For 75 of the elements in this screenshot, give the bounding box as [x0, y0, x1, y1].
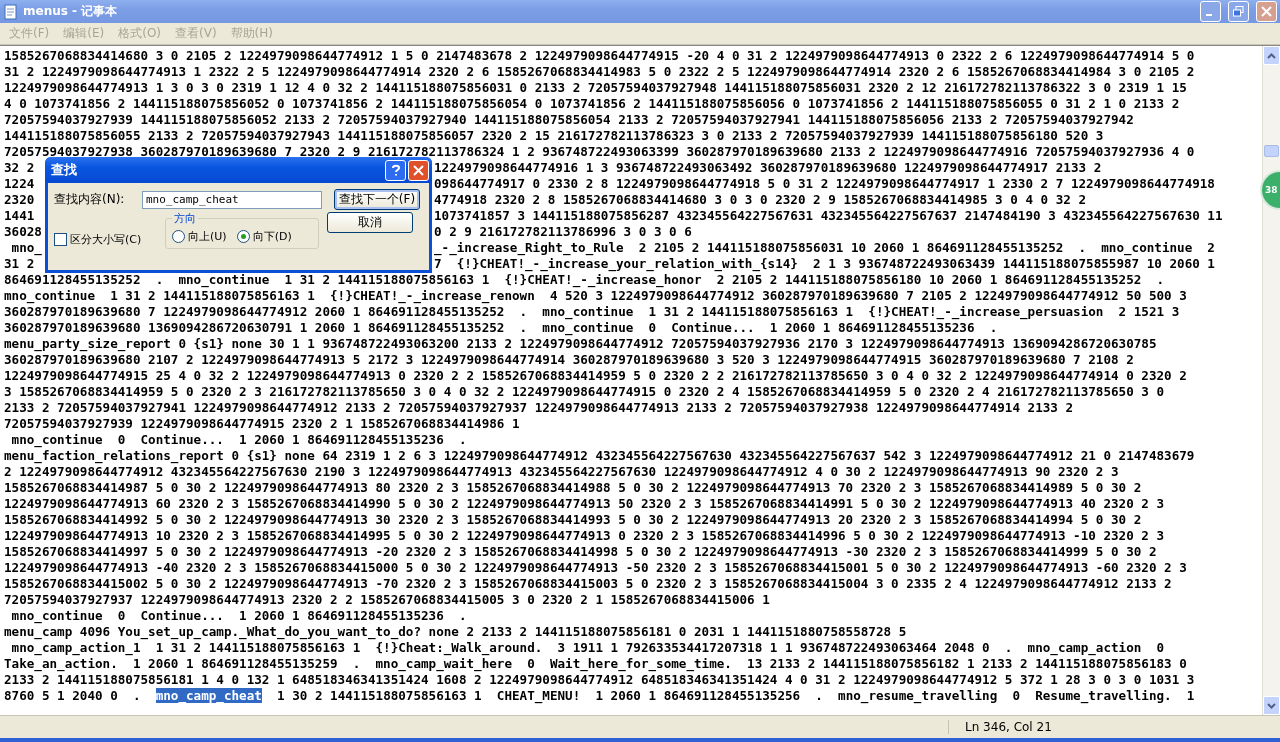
text-fragment: 4774918 2320 2 8 1585267068834414680 3 0 3 0 2320 2 9 1585267068834414985 3 0 4 0 32 2 [434, 192, 1087, 208]
text-line: Take_an_action. 1 2060 1 864691128455135259 . mno_camp_wait_here 0 Wait_here_for_some_time. 13 2133 2 144115188075856182 1 2133 2 144115188075856183 0 [4, 656, 1188, 672]
text-fragment: 2320 [4, 192, 36, 208]
restore-button[interactable] [1228, 1, 1249, 22]
match-case-label: 区分大小写(C) [70, 232, 142, 247]
scrollbar-thumb[interactable] [1264, 145, 1279, 157]
text-fragment: _-_increase_Right_to_Rule 2 2105 2 144115188075856031 10 2060 1 864691128455135252 . mno_continue 2 [434, 240, 1215, 256]
text-fragment: 0 2 9 216172782113786996 3 0 3 0 6 [434, 224, 692, 240]
text-fragment: 1 30 2 144115188075856163 1 CHEAT_MENU! 1 2060 1 864691128455135256 . mno_resume_travelling 0 Resume_travelling. 1 [275, 688, 1195, 703]
text-line: 360287970189639680 1369094286720630791 1 2060 1 864691128455135252 . mno_continue 0 Continue... 1 2060 1 864691128455135236 . [4, 320, 999, 336]
close-icon [413, 164, 424, 176]
radio-label: 向下(D) [252, 229, 292, 244]
text-line: 1224979098644774913 60 2320 2 3 1585267068834414990 5 0 30 2 1224979098644774913 50 2320 2 3 1585267068834414991 5 0 30 2 1224979098644774913 40 2320 2 3 [4, 496, 1166, 512]
minimize-icon [1206, 13, 1212, 16]
text-line: 4 0 1073741856 2 144115188075856052 0 1073741856 2 144115188075856054 0 1073741856 2 144115188075856056 0 1073741856 2 144115188075856055 0 31 2 1 0 2133 2 [4, 96, 1181, 112]
direction-radio[interactable] [236, 230, 250, 243]
text-line: 144115188075856055 2133 2 72057594037927943 144115188075856057 2320 2 15 216172782113786323 3 0 2133 2 72057594037927939 144115188075856180 520 3 [4, 128, 1105, 144]
text-line: 31 2 1224979098644774913 1 2322 2 5 1224979098644774914 2320 2 6 1585267068834414983 5 0 2322 2 5 1224979098644774914 2320 2 6 1585267068834414984 3 0 2105 2 [4, 64, 1196, 80]
find-input-field[interactable]: mno_camp_cheat [142, 190, 322, 209]
text-line: 1224979098644774913 10 2320 2 3 1585267068834414995 5 0 30 2 1224979098644774913 0 2320 2 3 1585267068834414996 5 0 30 2 1224979098644774913 -10 2320 2 3 [4, 528, 1166, 544]
text-line: 1224979098644774913 1 3 0 3 0 2319 1 12 4 0 32 2 144115188075856031 0 2133 2 72057594037927948 144115188075856031 2320 2 12 216172782113786322 3 0 2319 1 15 [4, 80, 1188, 96]
text-line: menu_camp 4096 You_set_up_camp._What_do_you_want_to_do? none 2 2133 2 144115188075856181 0 2031 1 1441151880758558728 5 [4, 624, 908, 640]
window-title: menus - 记事本 [23, 3, 118, 20]
text-line: 360287970189639680 7 1224979098644774912 2060 1 864691128455135252 . mno_continue 1 31 2 144115188075856163 1 {!}CHEAT!_-_increase_persuasion 2 1521 3 [4, 304, 1181, 320]
notepad-icon [4, 3, 18, 20]
vertical-scrollbar[interactable] [1262, 46, 1280, 715]
text-line: 1224979098644774915 25 4 0 32 2 1224979098644774913 0 2320 2 2 1585267068834414959 5 0 2320 2 2 216172782113785650 3 0 4 0 32 2 1224979098644774914 0 2320 2 [4, 368, 1188, 384]
text-line: 72057594037927938 360287970189639680 7 2320 2 9 216172782113786324 1 2 936748722493063399 360287970189639680 2133 2 1224979098644774916 72057594037927936 4 0 [4, 144, 1196, 160]
text-fragment: 1224 [4, 176, 36, 192]
text-line: 3 1585267068834414959 5 0 2320 2 3 216172782113785650 3 0 4 0 32 2 1224979098644774915 0 2320 2 4 1585267068834414959 5 0 2320 2 4 216172782113785650 3 0 [4, 384, 1166, 400]
text-line: 2133 2 72057594037927941 1224979098644774912 2133 2 72057594037927937 1224979098644774913 2133 2 72057594037927938 1224979098644774914 2133 2 [4, 400, 1075, 416]
text-line: 2133 2 144115188075856181 1 4 0 132 1 648518346341351424 1608 2 1224979098644774912 648518346341351424 4 0 31 2 1224979098644774912 5 372 1 28 3 0 3 0 1031 3 [4, 672, 1196, 688]
text-fragment: 1441 [4, 208, 36, 224]
find-next-button[interactable]: 查找下一个(F) [334, 189, 420, 210]
help-button[interactable] [385, 159, 406, 181]
restore-icon [1233, 6, 1244, 17]
direction-radio[interactable] [172, 230, 185, 243]
cursor-position: Ln 346, Col 21 [948, 720, 1280, 734]
find-label: 查找内容(N): [54, 191, 126, 208]
direction-label: 方向 [172, 211, 198, 226]
close-button[interactable] [408, 159, 429, 181]
text-fragment: 7 {!}CHEAT!_-_increase_your_relation_with_{s14} 2 1 3 936748722493063439 144115188075855987 10 2060 1 [434, 256, 1215, 272]
radio-label: 向上(U) [188, 229, 227, 244]
text-line: 1585267068834415002 5 0 30 2 1224979098644774913 -70 2320 2 3 1585267068834415003 5 0 2320 2 3 1585267068834415004 3 0 2335 2 4 1224979098644774912 2133 2 [4, 576, 1173, 592]
text-fragment: mno_ [10, 240, 43, 256]
text-line: 864691128455135252 . mno_continue 1 31 2 144115188075856163 1 {!}CHEAT!_-_increase_honor 2 2105 2 144115188075856180 10 2060 1 864691128455135252 . [4, 272, 1166, 288]
text-line: mno_camp_action_1 1 31 2 144115188075856163 1 {!}Cheat:_Walk_around. 3 1911 1 792633534417207318 1 1 936748722493063464 2048 0 . mno_camp_action 0 [10, 640, 1166, 656]
text-line: 1585267068834414992 5 0 30 2 1224979098644774913 30 2320 2 3 1585267068834414993 5 0 30 2 1224979098644774913 20 2320 2 3 1585267068834414994 5 0 30 2 [4, 512, 1143, 528]
text-fragment: 098644774917 0 2330 2 8 1224979098644774918 5 0 31 2 1224979098644774917 1 2330 2 7 1224979098644774918 [434, 176, 1215, 192]
text-fragment: 32 2 [4, 160, 36, 176]
text-line: 1224979098644774913 -40 2320 2 3 1585267068834415000 5 0 30 2 1224979098644774913 -50 2320 2 3 1585267068834415001 5 0 30 2 1224979098644774913 -60 2320 2 3 [4, 560, 1188, 576]
text-fragment: 31 2 [4, 256, 36, 272]
text-line: 1585267068834414987 5 0 30 2 1224979098644774913 80 2320 2 3 1585267068834414988 5 0 30 2 1224979098644774913 70 2320 2 3 1585267068834414989 5 0 30 2 [4, 480, 1143, 496]
text-fragment: 1073741857 3 144115188075856287 432345564227567631 432345564227567637 2147484190 3 432345564227567630 11 [434, 208, 1223, 224]
text-line: 1585267068834414997 5 0 30 2 1224979098644774913 -20 2320 2 3 1585267068834414998 5 0 30 2 1224979098644774913 -30 2320 2 3 1585267068834414999 5 0 30 2 [4, 544, 1158, 560]
match-case-checkbox[interactable] [54, 233, 67, 246]
text-fragment: 36028 [4, 224, 43, 240]
text-line: mno_continue 0 Continue... 1 2060 1 864691128455135236 . [10, 432, 468, 448]
text-fragment: 8760 5 1 2040 0 . [4, 688, 142, 703]
text-line: 1585267068834414680 3 0 2105 2 1224979098644774912 1 5 0 2147483678 2 1224979098644774915 -20 4 0 31 2 1224979098644774913 0 2322 2 6 1224979098644774914 5 0 [4, 48, 1196, 64]
help-icon [390, 164, 401, 176]
cancel-button[interactable]: 取消 [327, 212, 413, 233]
text-line: 72057594037927939 144115188075856052 2133 2 72057594037927940 144115188075856054 2133 2 72057594037927941 144115188075856056 2133 2 72057594037927942 [4, 112, 1135, 128]
text-fragment: 1224979098644774916 1 3 936748722493063492 360287970189639680 1224979098644774917 2133 2 [434, 160, 1102, 176]
close-icon [1261, 6, 1272, 17]
text-line: mno_continue 0 Continue... 1 2060 1 864691128455135236 . [10, 608, 468, 624]
text-line: 72057594037927937 1224979098644774913 2320 2 2 1585267068834415005 3 0 2320 2 1 1585267068834415006 1 [4, 592, 771, 608]
selected-text: mno_camp_cheat [155, 688, 262, 703]
text-line: mno_continue 1 31 2 144115188075856163 1 {!}CHEAT!_-_increase_renown 4 520 3 1224979098644774912 360287970189639680 7 2105 2 1224979098644774912 50 500 3 [4, 288, 1188, 304]
text-line: 2 1224979098644774912 432345564227567630 2190 3 1224979098644774913 432345564227567630 1224979098644774912 4 0 30 2 1224979098644774913 90 2320 2 3 [4, 464, 1120, 480]
text-line: 72057594037927939 1224979098644774915 2320 2 1 1585267068834414986 1 [4, 416, 521, 432]
dialog-title: 查找 [51, 161, 77, 179]
text-line: menu_party_size_report 0 {s1} none 30 1 1 936748722493063200 2133 2 1224979098644774912 72057594037927936 2170 3 1224979098644774913 1369094286720630785 [4, 336, 1158, 352]
text-line: menu_faction_relations_report 0 {s1} none 64 2319 1 2 6 3 1224979098644774912 432345564227567630 432345564227567637 542 3 1224979098644774912 21 0 2147483679 [4, 448, 1196, 464]
text-line: 360287970189639680 2107 2 1224979098644774913 5 2172 3 1224979098644774914 360287970189639680 3 520 3 1224979098644774915 360287970189639680 7 2108 2 [4, 352, 1135, 368]
